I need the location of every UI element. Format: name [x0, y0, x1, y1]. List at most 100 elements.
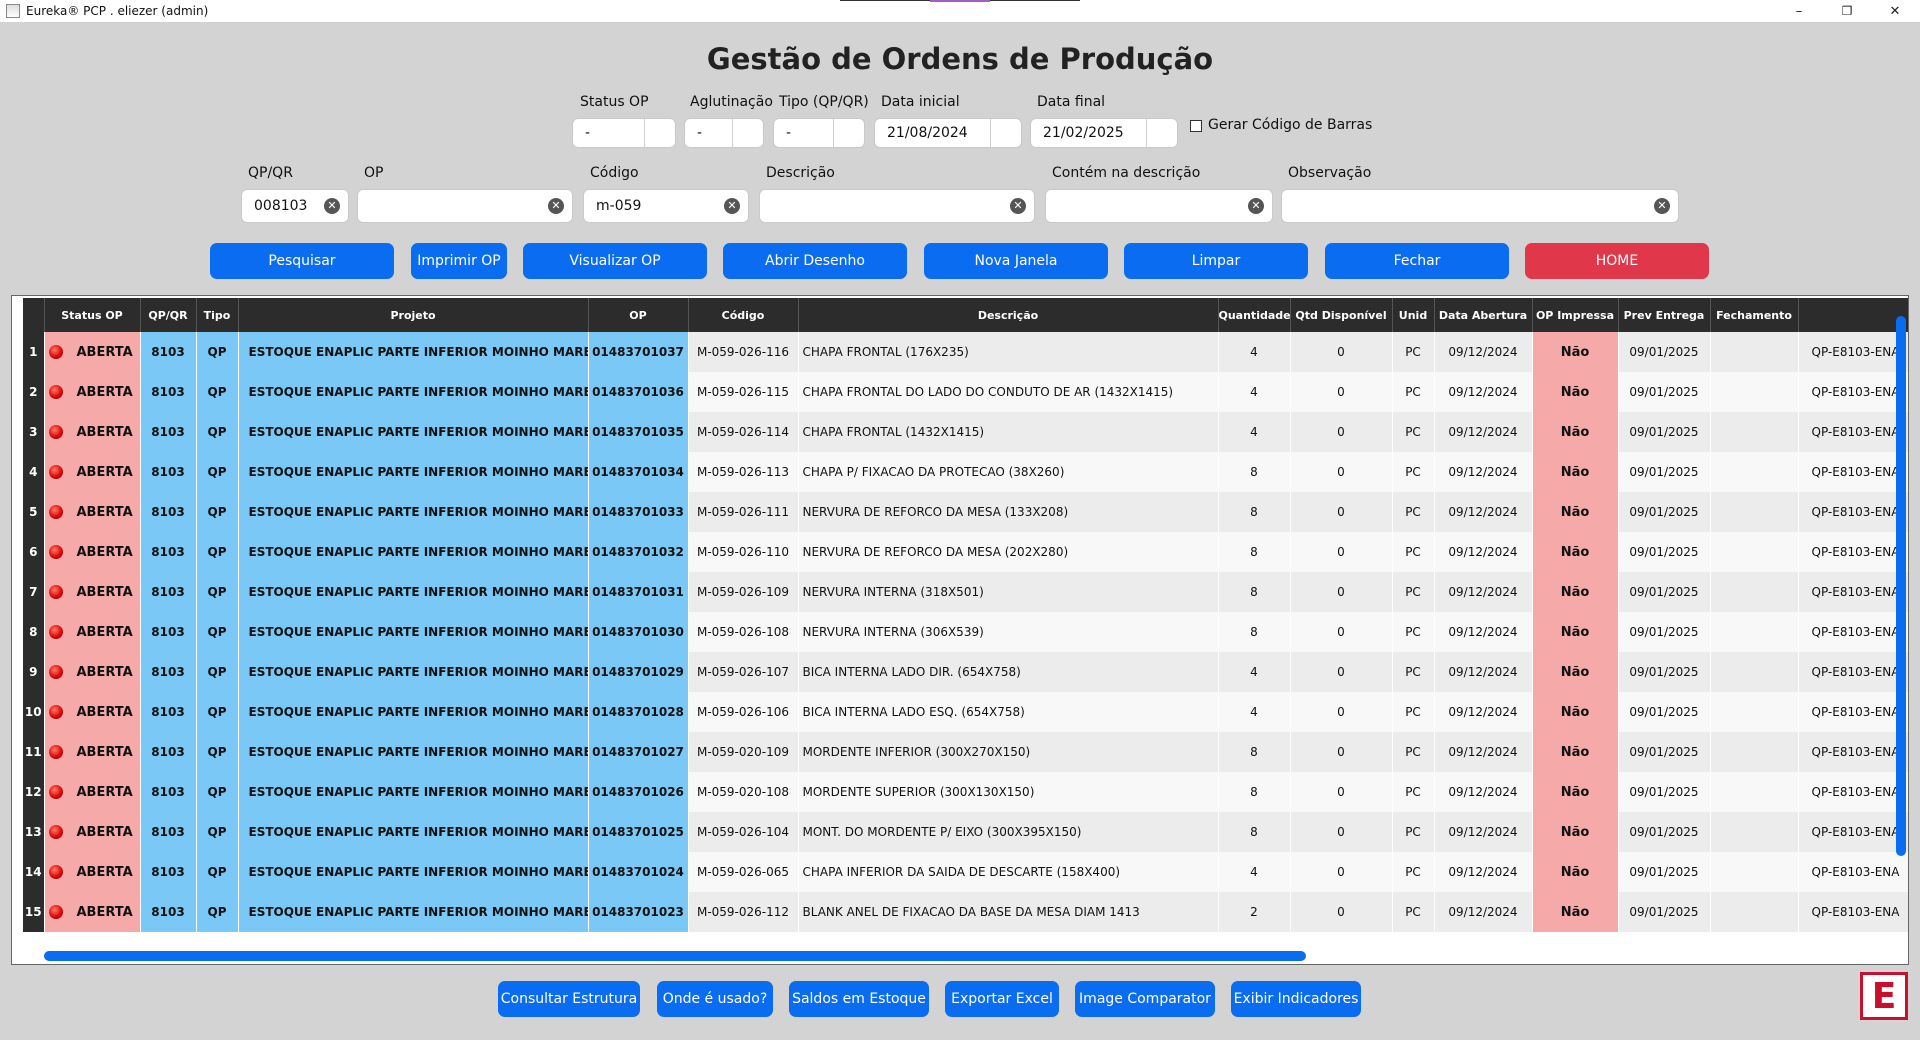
image-comparator-button[interactable]: Image Comparator [1075, 981, 1215, 1017]
table-cell: 09/01/2025 [1618, 732, 1711, 772]
column-header[interactable]: Fechamento [1710, 298, 1799, 332]
codigo-input[interactable]: m-059 ✕ [583, 189, 749, 223]
qpqr-label: QP/QR [248, 165, 293, 181]
consultar-estrutura-button[interactable]: Consultar Estrutura [498, 981, 640, 1017]
table-cell: ABERTA [44, 852, 141, 892]
table-cell: QP [196, 652, 239, 692]
column-header[interactable]: Tipo [196, 298, 239, 332]
table-row[interactable]: 2 ABERTA 8103 QP ESTOQUE ENAPLIC PARTE INFER… [23, 372, 1908, 412]
nova-janela-button[interactable]: Nova Janela [924, 243, 1108, 279]
horizontal-scrollbar[interactable] [44, 951, 1306, 961]
aglutinacao-select[interactable]: - [684, 118, 764, 148]
onde-e-usado-button[interactable]: Onde é usado? [657, 981, 773, 1017]
table-row[interactable]: 1 ABERTA 8103 QP ESTOQUE ENAPLIC PARTE INFER… [23, 332, 1908, 372]
column-header[interactable]: Qtd Disponível [1290, 298, 1393, 332]
status-dot-icon [48, 505, 63, 519]
table-row[interactable]: 8 ABERTA 8103 QP ESTOQUE ENAPLIC PARTE INFER… [23, 612, 1908, 652]
table-cell [1710, 852, 1799, 892]
column-header[interactable]: OP Impressa [1532, 298, 1619, 332]
column-header[interactable]: Prev Entrega [1618, 298, 1711, 332]
column-header[interactable]: Quantidade [1218, 298, 1291, 332]
table-cell: M-059-026-110 [688, 532, 799, 572]
table-row[interactable]: 6 ABERTA 8103 QP ESTOQUE ENAPLIC PARTE INFER… [23, 532, 1908, 572]
close-icon[interactable]: ✕ [1872, 0, 1918, 22]
tipo-select[interactable]: - [773, 118, 865, 148]
column-header[interactable]: Status OP [44, 298, 141, 332]
row-number: 7 [23, 572, 45, 612]
table-row[interactable]: 4 ABERTA 8103 QP ESTOQUE ENAPLIC PARTE INFER… [23, 452, 1908, 492]
table-cell: ESTOQUE ENAPLIC PARTE INFERIOR MOINHO MA… [238, 572, 589, 612]
clear-icon[interactable]: ✕ [1654, 198, 1670, 214]
data-final-field[interactable]: 21/02/2025 [1030, 118, 1178, 148]
table-row[interactable]: 10 ABERTA 8103 QP ESTOQUE ENAPLIC PARTE INFE… [23, 692, 1908, 732]
table-cell: 09/01/2025 [1618, 412, 1711, 452]
table-cell: PC [1392, 852, 1435, 892]
home-button[interactable]: HOME [1525, 243, 1709, 279]
table-cell: Não [1532, 612, 1619, 652]
table-cell: M-059-020-109 [688, 732, 799, 772]
table-cell: QP-E8103-ENA [1798, 692, 1908, 732]
abrir-desenho-button[interactable]: Abrir Desenho [723, 243, 907, 279]
ops-table-container: Status OP QP/QR Tipo Projeto OP Código Descriç… [11, 295, 1909, 965]
table-row[interactable]: 7 ABERTA 8103 QP ESTOQUE ENAPLIC PARTE INFER… [23, 572, 1908, 612]
observacao-input[interactable]: ✕ [1281, 189, 1679, 223]
column-header[interactable]: Unid [1392, 298, 1435, 332]
table-cell: 8103 [140, 532, 197, 572]
column-header[interactable]: OP [588, 298, 689, 332]
fechar-button[interactable]: Fechar [1325, 243, 1509, 279]
table-cell: M-059-026-108 [688, 612, 799, 652]
data-inicial-field[interactable]: 21/08/2024 [874, 118, 1022, 148]
barcode-checkbox[interactable] [1190, 120, 1202, 132]
table-cell: CHAPA P/ FIXACAO DA PROTECAO (38X260) [798, 452, 1219, 492]
table-row[interactable]: 5 ABERTA 8103 QP ESTOQUE ENAPLIC PARTE INFER… [23, 492, 1908, 532]
table-cell: CHAPA FRONTAL (1432X1415) [798, 412, 1219, 452]
column-header[interactable]: Data Abertura [1434, 298, 1533, 332]
qpqr-input[interactable]: 008103 ✕ [241, 189, 349, 223]
imprimir-op-button[interactable]: Imprimir OP [411, 243, 507, 279]
table-row[interactable]: 15 ABERTA 8103 QP ESTOQUE ENAPLIC PARTE INFE… [23, 892, 1908, 932]
table-cell: QP [196, 612, 239, 652]
column-header[interactable] [1798, 298, 1908, 332]
table-row[interactable]: 9 ABERTA 8103 QP ESTOQUE ENAPLIC PARTE INFER… [23, 652, 1908, 692]
table-cell: 8103 [140, 732, 197, 772]
status-op-select[interactable]: - [572, 118, 676, 148]
op-input[interactable]: ✕ [357, 189, 573, 223]
clear-icon[interactable]: ✕ [1248, 198, 1264, 214]
saldos-estoque-button[interactable]: Saldos em Estoque [789, 981, 929, 1017]
table-row[interactable]: 14 ABERTA 8103 QP ESTOQUE ENAPLIC PARTE INFE… [23, 852, 1908, 892]
exportar-excel-button[interactable]: Exportar Excel [945, 981, 1059, 1017]
clear-icon[interactable]: ✕ [1010, 198, 1026, 214]
clear-icon[interactable]: ✕ [724, 198, 740, 214]
contem-input[interactable]: ✕ [1045, 189, 1273, 223]
exibir-indicadores-button[interactable]: Exibir Indicadores [1231, 981, 1361, 1017]
row-number: 5 [23, 492, 45, 532]
vertical-scrollbar[interactable] [1896, 316, 1906, 856]
table-cell: M-059-020-108 [688, 772, 799, 812]
limpar-button[interactable]: Limpar [1124, 243, 1308, 279]
table-cell: 8 [1218, 732, 1291, 772]
clear-icon[interactable]: ✕ [548, 198, 564, 214]
visualizar-op-button[interactable]: Visualizar OP [523, 243, 707, 279]
window-titlebar: Eureka® PCP . eliezer (admin) – ❐ ✕ [0, 0, 1920, 22]
table-cell [1710, 332, 1799, 372]
table-cell: PC [1392, 492, 1435, 532]
table-cell: M-059-026-112 [688, 892, 799, 932]
table-cell [1710, 692, 1799, 732]
table-row[interactable]: 3 ABERTA 8103 QP ESTOQUE ENAPLIC PARTE INFER… [23, 412, 1908, 452]
table-row[interactable]: 12 ABERTA 8103 QP ESTOQUE ENAPLIC PARTE INFE… [23, 772, 1908, 812]
table-cell: 09/01/2025 [1618, 572, 1711, 612]
minimize-icon[interactable]: – [1776, 0, 1822, 22]
row-number: 8 [23, 612, 45, 652]
pesquisar-button[interactable]: Pesquisar [210, 243, 394, 279]
clear-icon[interactable]: ✕ [324, 198, 340, 214]
column-header[interactable]: Projeto [238, 298, 589, 332]
status-text: ABERTA [76, 824, 133, 840]
descricao-input[interactable]: ✕ [759, 189, 1035, 223]
column-header[interactable]: Descrição [798, 298, 1219, 332]
table-row[interactable]: 11 ABERTA 8103 QP ESTOQUE ENAPLIC PARTE INFE… [23, 732, 1908, 772]
column-header[interactable]: Código [688, 298, 799, 332]
column-header[interactable]: QP/QR [140, 298, 197, 332]
table-row[interactable]: 13 ABERTA 8103 QP ESTOQUE ENAPLIC PARTE INFE… [23, 812, 1908, 852]
table-cell: 01483701024 [588, 852, 689, 892]
maximize-icon[interactable]: ❐ [1824, 0, 1870, 22]
